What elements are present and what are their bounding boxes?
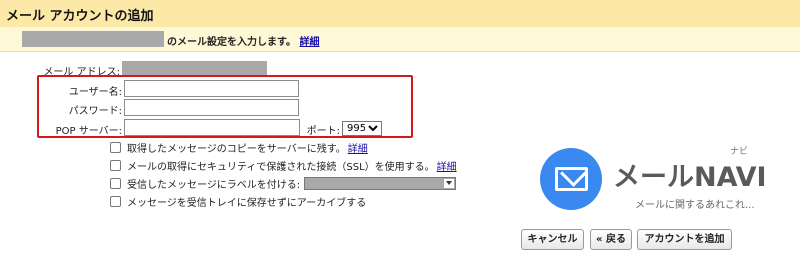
redacted-email xyxy=(22,31,164,47)
leave-copy-details-link[interactable]: 詳細 xyxy=(348,140,368,155)
password-input[interactable] xyxy=(124,99,299,116)
leave-copy-checkbox[interactable] xyxy=(110,142,121,153)
ssl-details-link[interactable]: 詳細 xyxy=(437,158,457,173)
chevron-down-icon xyxy=(444,179,455,188)
logo-ruby-text: ナビ xyxy=(730,147,749,157)
logo-tagline: メールに関するあれこれ... xyxy=(635,200,755,211)
label-select[interactable] xyxy=(304,177,457,190)
option-archive[interactable]: メッセージを受信トレイに保存せずにアーカイブする xyxy=(110,194,366,209)
ssl-label: メールの取得にセキュリティで保護された接続（SSL）を使用する。 xyxy=(127,162,435,173)
leave-copy-label: 取得したメッセージのコピーをサーバーに残す。 xyxy=(127,144,346,155)
email-value-redacted xyxy=(122,61,267,75)
add-account-button[interactable]: アカウントを追加 xyxy=(637,229,732,250)
logo-brand-text: メールNAVI xyxy=(613,162,767,193)
back-button[interactable]: « 戻る xyxy=(590,229,632,250)
window-title: メール アカウントの追加 xyxy=(6,9,154,24)
envelope-icon xyxy=(555,167,588,191)
ssl-checkbox[interactable] xyxy=(110,160,121,171)
username-input[interactable] xyxy=(124,80,299,97)
cancel-button[interactable]: キャンセル xyxy=(521,229,584,250)
mailnavi-logo: メールNAVI ナビ メールに関するあれこれ... xyxy=(540,147,780,211)
pop-server-label: POP サーバー: xyxy=(55,126,122,137)
option-label-incoming[interactable]: 受信したメッセージにラベルを付ける: xyxy=(110,176,457,191)
password-label: パスワード: xyxy=(68,106,122,117)
option-leave-copy[interactable]: 取得したメッセージのコピーをサーバーに残す。 詳細 xyxy=(110,140,368,155)
port-select[interactable]: 995 xyxy=(342,121,382,136)
port-label: ポート: xyxy=(306,126,340,137)
option-ssl[interactable]: メールの取得にセキュリティで保護された接続（SSL）を使用する。 詳細 xyxy=(110,158,457,173)
instruction-text: のメール設定を入力します。 詳細 xyxy=(167,33,319,48)
logo-circle xyxy=(540,148,602,210)
title-bar: メール アカウントの追加 xyxy=(0,0,800,27)
pop-server-input[interactable] xyxy=(124,119,300,136)
details-link[interactable]: 詳細 xyxy=(299,37,319,48)
archive-label: メッセージを受信トレイに保存せずにアーカイブする xyxy=(127,198,367,209)
username-label: ユーザー名: xyxy=(68,87,122,98)
archive-checkbox[interactable] xyxy=(110,196,121,207)
label-incoming-checkbox[interactable] xyxy=(110,178,121,189)
instruction-bar: のメール設定を入力します。 詳細 xyxy=(0,27,800,52)
instruction-label: のメール設定を入力します。 xyxy=(167,37,296,48)
label-incoming-label: 受信したメッセージにラベルを付ける: xyxy=(127,180,301,191)
